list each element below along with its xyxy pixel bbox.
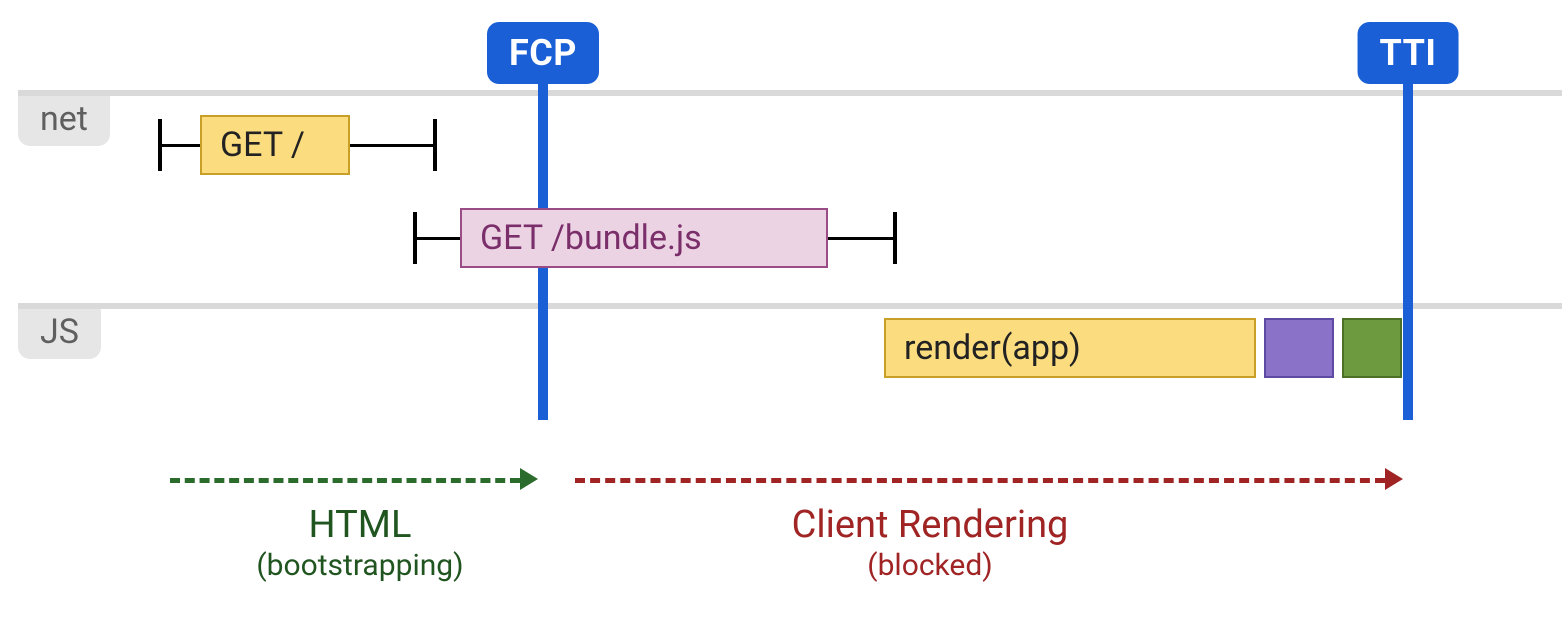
- task-layout-block: [1264, 318, 1334, 378]
- phase-arrow-client-rendering: [575, 478, 1385, 483]
- phase-arrow-html: [170, 478, 520, 483]
- phase-caption-html: HTML (bootstrapping): [256, 504, 463, 584]
- task-get-root: GET /: [200, 115, 350, 175]
- row-divider-top: [18, 90, 1562, 96]
- arrowhead-client-rendering: [1385, 468, 1403, 490]
- milestone-tag-fcp: FCP: [487, 22, 599, 84]
- row-label-net: net: [18, 96, 110, 146]
- arrowhead-html: [520, 468, 538, 490]
- phase-title-client-rendering: Client Rendering: [792, 504, 1069, 548]
- milestone-tag-tti: TTI: [1358, 22, 1459, 84]
- whisker-cap-left-get-root: [158, 119, 162, 171]
- phase-title-html: HTML: [256, 504, 463, 548]
- milestone-line-tti: [1403, 73, 1413, 420]
- row-label-js: JS: [18, 309, 101, 359]
- whisker-cap-left-get-bundle: [413, 212, 417, 264]
- row-divider-middle: [18, 303, 1562, 309]
- task-paint-block: [1342, 318, 1402, 378]
- task-get-bundle: GET /bundle.js: [460, 208, 828, 268]
- phase-subtitle-client-rendering: (blocked): [792, 548, 1069, 584]
- task-render-app: render(app): [884, 318, 1256, 378]
- whisker-cap-right-get-root: [433, 119, 437, 171]
- rendering-timeline-diagram: net JS FCP TTI GET / GET /bundle.js rend…: [0, 0, 1562, 628]
- phase-subtitle-html: (bootstrapping): [256, 548, 463, 584]
- phase-caption-client-rendering: Client Rendering (blocked): [792, 504, 1069, 584]
- whisker-cap-right-get-bundle: [893, 212, 897, 264]
